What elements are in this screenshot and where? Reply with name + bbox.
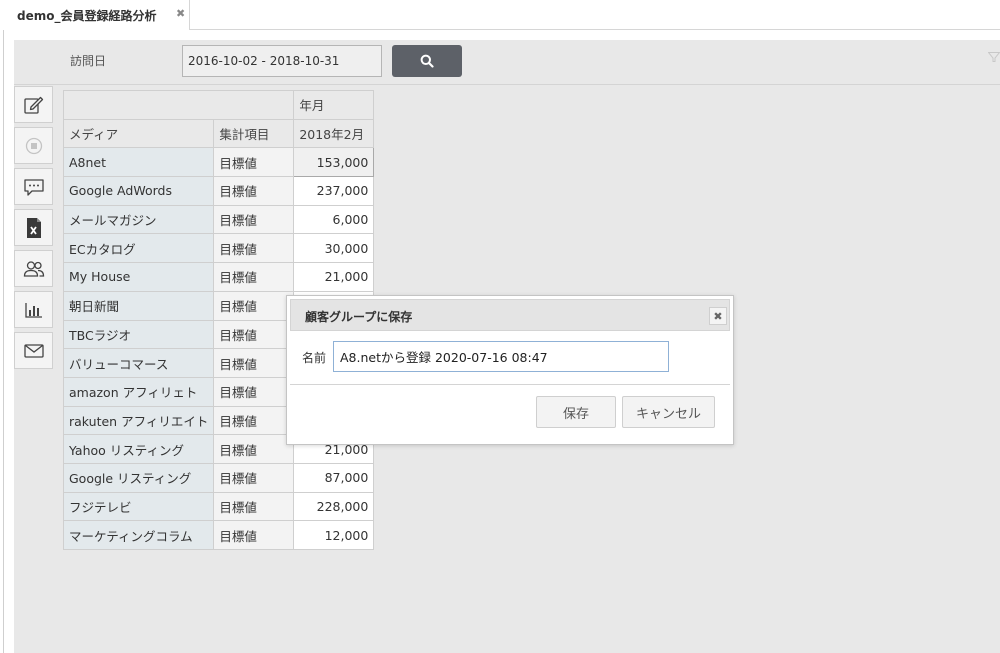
- save-button[interactable]: 保存: [536, 396, 616, 428]
- media-cell[interactable]: Yahoo リスティング: [62, 434, 215, 464]
- metric-cell[interactable]: 目標値: [213, 434, 295, 464]
- comment-tool-button[interactable]: [14, 168, 53, 205]
- excel-file-icon: [26, 217, 41, 238]
- chart-tool-button[interactable]: [14, 291, 53, 328]
- value-cell[interactable]: 21,000: [293, 262, 375, 292]
- table-row: メールマガジン 目標値 6,000: [62, 204, 375, 235]
- comment-icon: [23, 178, 44, 196]
- search-icon: [420, 54, 434, 68]
- mail-icon: [23, 343, 44, 358]
- value-cell[interactable]: 6,000: [293, 204, 375, 235]
- value-cell[interactable]: 30,000: [293, 233, 375, 264]
- value-cell[interactable]: 228,000: [293, 491, 375, 522]
- header-year-month: 年月: [293, 90, 375, 120]
- media-cell[interactable]: ECカタログ: [62, 233, 215, 264]
- metric-cell[interactable]: 目標値: [213, 262, 295, 292]
- header-month: 2018年2月: [293, 118, 375, 149]
- users-icon: [23, 260, 44, 277]
- media-cell[interactable]: フジテレビ: [62, 491, 215, 522]
- left-edge-divider: [3, 30, 4, 653]
- filter-divider: [14, 84, 1000, 85]
- media-cell[interactable]: My House: [62, 262, 215, 292]
- media-cell[interactable]: マーケティングコラム: [62, 520, 215, 550]
- metric-cell[interactable]: 目標値: [213, 319, 295, 350]
- name-label: 名前: [302, 351, 327, 365]
- table-row: Google AdWords 目標値 237,000: [62, 176, 375, 206]
- media-cell[interactable]: rakuten アフィリエイト: [62, 405, 215, 436]
- metric-cell[interactable]: 目標値: [213, 176, 295, 206]
- metric-cell[interactable]: 目標値: [213, 520, 295, 550]
- metric-cell[interactable]: 目標値: [213, 491, 295, 522]
- metric-cell[interactable]: 目標値: [213, 405, 295, 436]
- visit-date-label: 訪問日: [70, 54, 107, 68]
- metric-cell[interactable]: 目標値: [213, 462, 295, 493]
- dialog-title: 顧客グループに保存: [305, 310, 413, 324]
- tab-bar: demo_会員登録経路分析 ✖: [0, 0, 1000, 30]
- metric-cell[interactable]: 目標値: [213, 233, 295, 264]
- media-cell[interactable]: TBCラジオ: [62, 319, 215, 350]
- media-cell[interactable]: バリューコマース: [62, 348, 215, 378]
- tab-close-icon[interactable]: ✖: [176, 7, 185, 20]
- media-cell[interactable]: Google AdWords: [62, 176, 215, 206]
- excel-export-tool-button[interactable]: [14, 209, 53, 246]
- media-cell[interactable]: 朝日新聞: [62, 290, 215, 321]
- value-cell[interactable]: 237,000: [293, 176, 375, 206]
- metric-cell[interactable]: 目標値: [213, 376, 295, 407]
- dialog-close-icon[interactable]: ✖: [709, 307, 727, 325]
- table-header-row: メディア 集計項目 2018年2月: [62, 118, 375, 149]
- search-button[interactable]: [392, 45, 462, 77]
- table-header-row-top: 年月: [62, 90, 375, 120]
- stop-icon: [25, 137, 42, 154]
- dialog-divider: [290, 384, 730, 385]
- filter-funnel-icon[interactable]: [988, 52, 1000, 62]
- media-cell[interactable]: メールマガジン: [62, 204, 215, 235]
- table-row: A8net 目標値 153,000: [62, 147, 375, 178]
- value-cell[interactable]: 87,000: [293, 462, 375, 493]
- table-row: マーケティングコラム 目標値 12,000: [62, 520, 375, 550]
- header-media: メディア: [62, 118, 215, 149]
- table-row: フジテレビ 目標値 228,000: [62, 491, 375, 522]
- bar-chart-icon: [24, 302, 42, 318]
- media-cell[interactable]: A8net: [62, 147, 215, 178]
- metric-cell[interactable]: 目標値: [213, 348, 295, 378]
- metric-cell[interactable]: 目標値: [213, 290, 295, 321]
- header-blank-cell: [62, 90, 295, 120]
- save-group-dialog: 顧客グループに保存 ✖ 名前 保存 キャンセル: [286, 295, 734, 445]
- dialog-header: 顧客グループに保存 ✖: [290, 299, 730, 331]
- tab-title[interactable]: demo_会員登録経路分析: [17, 7, 156, 24]
- header-metric: 集計項目: [213, 118, 295, 149]
- cancel-button[interactable]: キャンセル: [622, 396, 715, 428]
- value-cell[interactable]: 12,000: [293, 520, 375, 550]
- stop-tool-button[interactable]: [14, 127, 53, 164]
- group-name-input[interactable]: [333, 341, 669, 372]
- media-cell[interactable]: Google リスティング: [62, 462, 215, 493]
- table-row: ECカタログ 目標値 30,000: [62, 233, 375, 264]
- users-tool-button[interactable]: [14, 250, 53, 287]
- date-range-input[interactable]: [182, 45, 382, 77]
- metric-cell[interactable]: 目標値: [213, 147, 295, 178]
- media-cell[interactable]: amazon アフィリェト: [62, 376, 215, 407]
- mail-tool-button[interactable]: [14, 332, 53, 369]
- edit-tool-button[interactable]: [14, 86, 53, 123]
- table-row: Google リスティング 目標値 87,000: [62, 462, 375, 493]
- edit-icon: [23, 96, 43, 114]
- metric-cell[interactable]: 目標値: [213, 204, 295, 235]
- tab-report[interactable]: demo_会員登録経路分析 ✖: [0, 0, 190, 30]
- table-row: My House 目標値 21,000: [62, 262, 375, 292]
- value-cell[interactable]: 153,000: [293, 147, 375, 178]
